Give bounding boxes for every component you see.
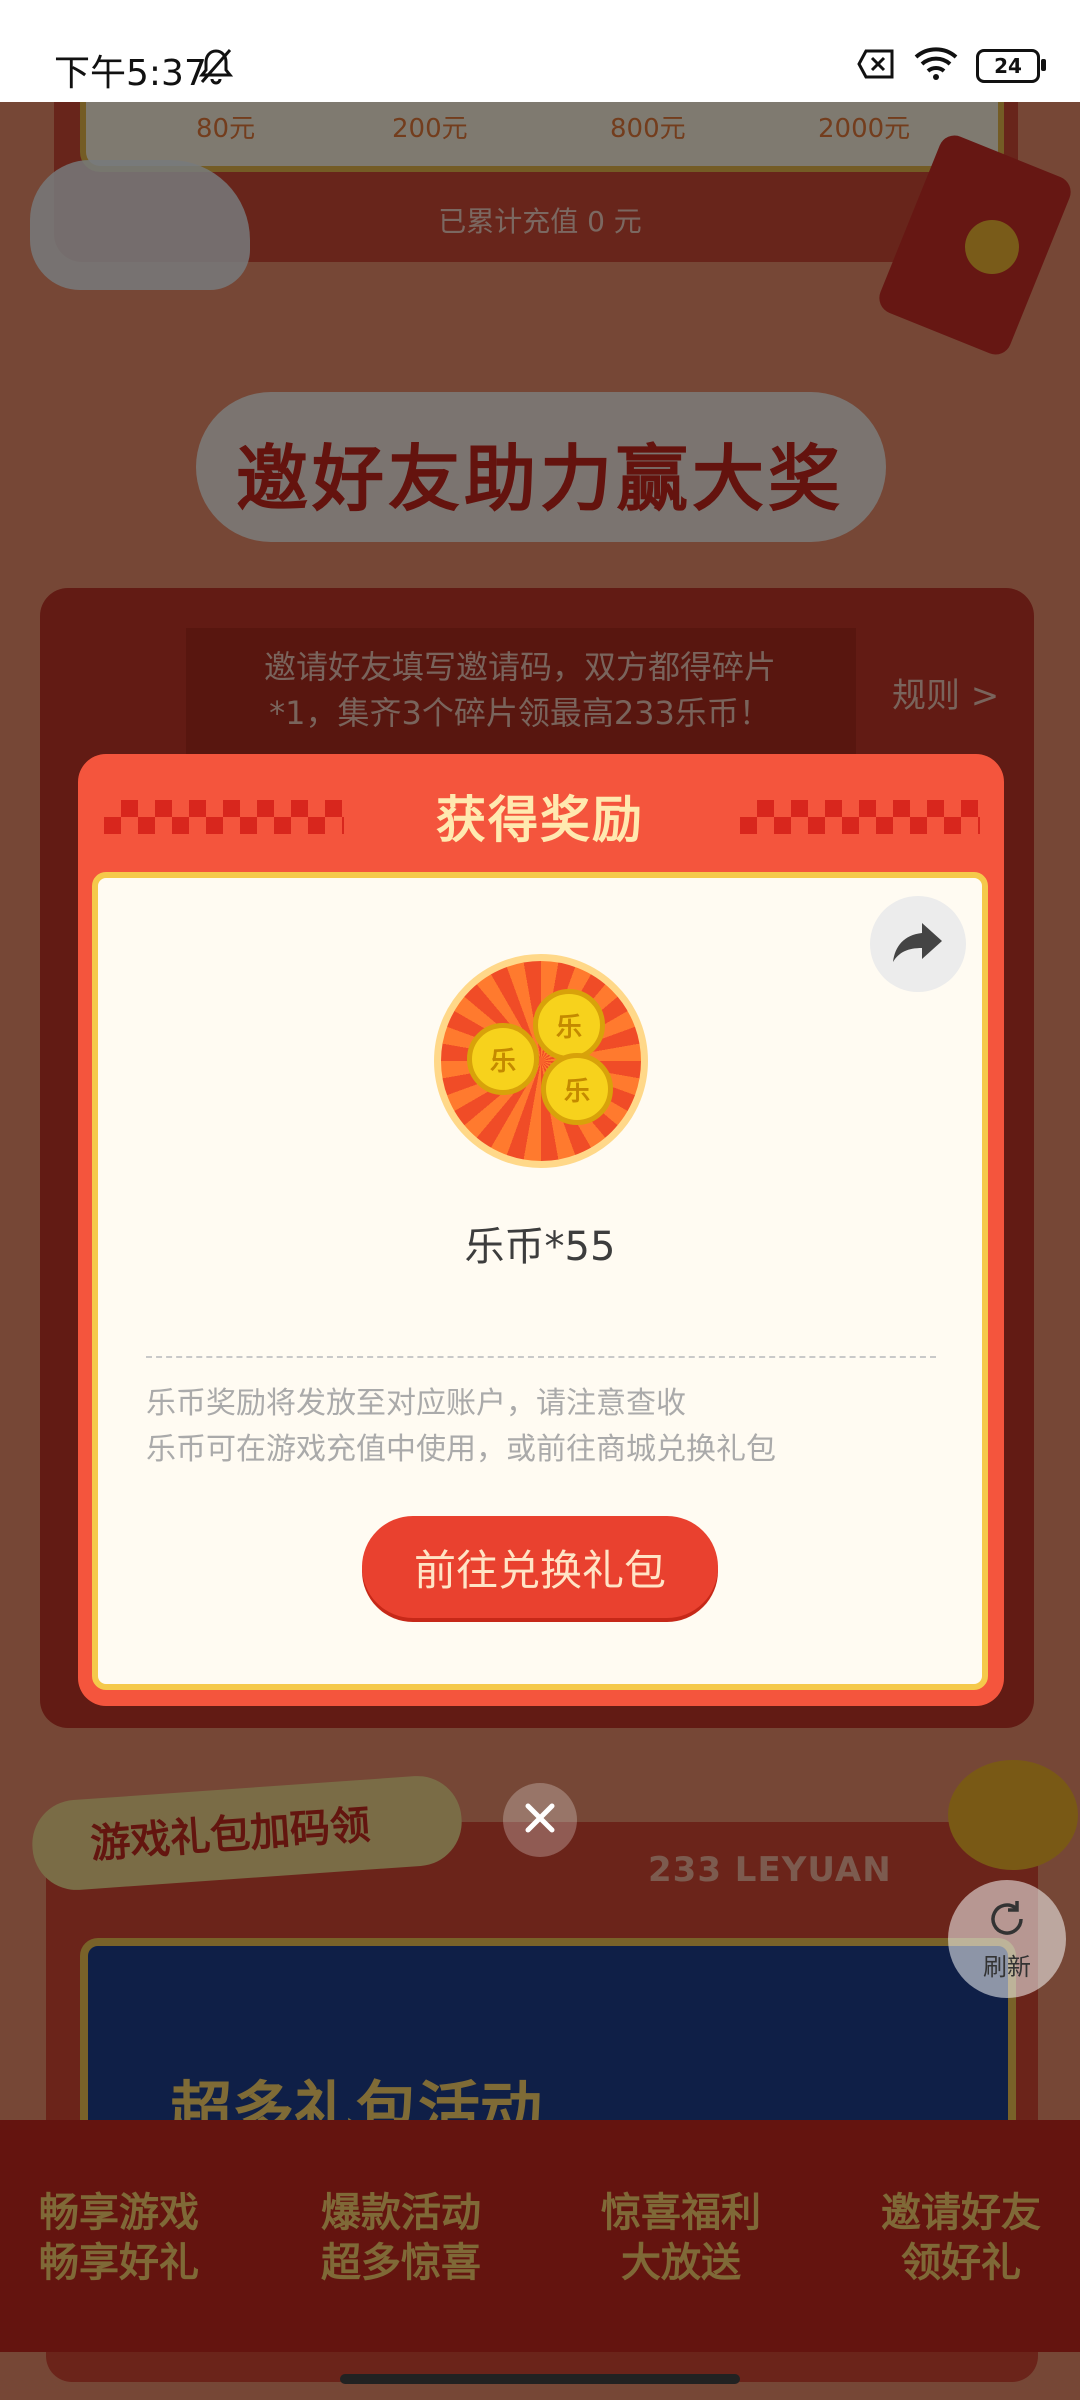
share-arrow-icon	[890, 919, 946, 969]
close-button[interactable]	[503, 1783, 577, 1857]
reward-note: 乐币可在游戏充值中使用，或前往商城兑换礼包	[146, 1432, 776, 1467]
wifi-icon	[914, 47, 958, 85]
battery-icon: 24	[976, 49, 1046, 83]
status-icons: 24	[856, 47, 1046, 85]
status-bar: 下午5:37 24	[0, 0, 1080, 102]
redeem-gift-button[interactable]: 前往兑换礼包	[362, 1516, 718, 1618]
reward-coin-image: 乐 乐 乐	[434, 954, 648, 1168]
coin-icon: 乐	[467, 1023, 539, 1095]
reward-note: 乐币奖励将发放至对应账户，请注意查收	[146, 1386, 686, 1421]
modal-title: 获得奖励	[436, 791, 644, 849]
share-button[interactable]	[870, 896, 966, 992]
close-icon	[522, 1800, 558, 1840]
refresh-label: 刷新	[983, 1952, 1031, 1981]
battery-level: 24	[994, 54, 1022, 78]
bell-off-icon	[196, 46, 236, 86]
dashed-divider	[146, 1356, 936, 1358]
status-time: 下午5:37	[54, 53, 207, 94]
refresh-icon	[985, 1897, 1029, 1945]
no-sim-icon	[856, 48, 896, 84]
reward-name: 乐币*55	[464, 1224, 616, 1270]
refresh-button[interactable]: 刷新	[948, 1880, 1066, 1998]
coin-icon: 乐	[533, 989, 605, 1061]
home-indicator[interactable]	[340, 2374, 740, 2384]
coin-icon: 乐	[541, 1053, 613, 1125]
